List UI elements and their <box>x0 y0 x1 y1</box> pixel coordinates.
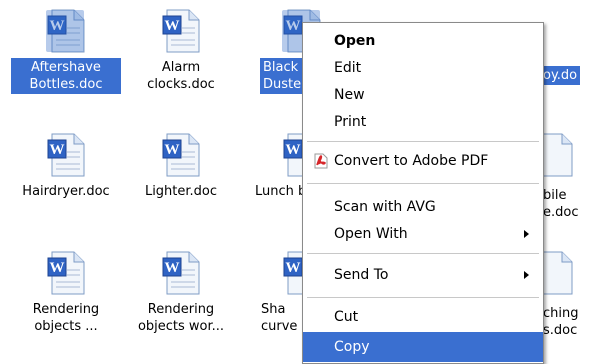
word-document-icon: W <box>44 8 88 54</box>
file-partial-toy[interactable]: oy.do <box>540 8 593 85</box>
menu-item-scan-with-avg[interactable]: Scan with AVG <box>303 195 543 219</box>
menu-item-label: Convert to Adobe PDF <box>334 153 489 169</box>
svg-text:W: W <box>165 18 180 34</box>
file-label: Lighter.doc <box>144 184 218 199</box>
file-lighter[interactable]: W Lighter.doc <box>125 132 237 201</box>
menu-separator <box>307 183 539 184</box>
file-label: Rendering objects ... <box>32 302 100 334</box>
menu-item-open[interactable]: Open <box>303 29 543 53</box>
file-label: Sha curve <box>261 302 298 334</box>
menu-item-convert-to-pdf[interactable]: Convert to Adobe PDF <box>303 149 543 173</box>
menu-item-print[interactable]: Print <box>303 110 543 134</box>
file-label: oy.do <box>540 66 581 85</box>
menu-item-label: Edit <box>334 60 362 76</box>
menu-separator <box>307 253 539 254</box>
svg-text:W: W <box>286 142 301 158</box>
svg-text:W: W <box>286 260 301 276</box>
svg-text:W: W <box>50 260 65 276</box>
file-label: bile e.doc <box>543 188 579 220</box>
svg-text:W: W <box>165 260 180 276</box>
file-label: Rendering objects wor... <box>137 302 225 334</box>
word-document-icon: W <box>44 132 88 178</box>
file-rendering-objects-1[interactable]: W Rendering objects ... <box>10 250 122 336</box>
word-document-icon <box>540 250 584 296</box>
file-label: Hairdryer.doc <box>22 184 110 199</box>
file-label: ching s.doc <box>543 306 579 338</box>
submenu-arrow-icon <box>524 271 529 279</box>
file-rendering-objects-2[interactable]: W Rendering objects wor... <box>125 250 237 336</box>
svg-text:W: W <box>165 142 180 158</box>
context-menu: Open Edit New Print Convert to Adobe PDF… <box>302 22 544 364</box>
menu-item-label: Cut <box>334 309 359 325</box>
file-partial-sketching[interactable]: ching s.doc <box>540 250 593 338</box>
file-partial-mobile[interactable]: bile e.doc <box>540 132 593 220</box>
menu-item-open-with[interactable]: Open With <box>303 222 543 246</box>
word-document-icon: W <box>159 132 203 178</box>
file-label: Aftershave Bottles.doc <box>11 58 121 94</box>
file-alarm-clocks[interactable]: W Alarm clocks.doc <box>125 8 237 94</box>
menu-item-copy[interactable]: Copy <box>303 332 543 362</box>
menu-item-new[interactable]: New <box>303 83 543 107</box>
menu-item-edit[interactable]: Edit <box>303 56 543 80</box>
menu-separator <box>307 141 539 142</box>
menu-item-label: Open <box>334 33 376 49</box>
pdf-icon <box>313 153 329 169</box>
word-document-icon: W <box>159 250 203 296</box>
menu-separator <box>307 297 539 298</box>
file-aftershave-bottles[interactable]: W Aftershave Bottles.doc <box>10 8 122 94</box>
file-black-duster[interactable]: W Black Duste <box>240 8 321 94</box>
menu-item-label: Open With <box>334 226 408 242</box>
file-lunch[interactable]: W Lunch b <box>240 132 321 201</box>
file-label: Lunch b <box>255 184 307 199</box>
menu-item-label: Print <box>334 114 367 130</box>
menu-item-label: Copy <box>334 339 370 355</box>
word-document-icon <box>540 132 584 178</box>
word-document-icon: W <box>159 8 203 54</box>
menu-item-label: New <box>334 87 365 103</box>
word-document-icon <box>540 8 584 54</box>
svg-text:W: W <box>50 142 65 158</box>
menu-item-cut[interactable]: Cut <box>303 305 543 329</box>
menu-item-label: Send To <box>334 267 389 283</box>
menu-item-send-to[interactable]: Send To <box>303 263 543 287</box>
file-hairdryer[interactable]: W Hairdryer.doc <box>10 132 122 201</box>
menu-item-label: Scan with AVG <box>334 199 436 215</box>
submenu-arrow-icon <box>524 230 529 238</box>
word-document-icon: W <box>44 250 88 296</box>
file-label: Black Duste <box>260 58 306 94</box>
file-label: Alarm clocks.doc <box>147 60 215 92</box>
